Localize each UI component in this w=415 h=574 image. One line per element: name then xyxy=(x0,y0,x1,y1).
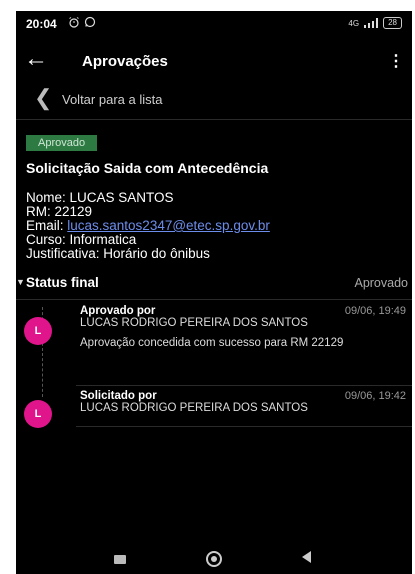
chevron-left-icon: ❮ xyxy=(34,85,53,110)
arrow-left-icon[interactable]: ← xyxy=(24,45,48,73)
rm-label: RM: xyxy=(26,204,55,219)
system-status: 4G 28 xyxy=(348,17,402,29)
course-row: Curso: Informatica xyxy=(26,233,270,247)
divider xyxy=(76,426,412,427)
status-bar: 20:04 4G 28 xyxy=(16,11,412,39)
android-nav-bar xyxy=(16,542,412,574)
avatar: L xyxy=(24,400,52,428)
alarm-icon xyxy=(69,17,79,28)
status-final-title: Status final xyxy=(26,275,99,290)
page-title: Aprovações xyxy=(82,53,168,70)
phone-screen: 20:04 4G 28 ← Aprovações ⋮ ❮ Voltar para… xyxy=(16,11,412,574)
justification-row: Justificativa: Horário do ônibus xyxy=(26,247,270,261)
divider xyxy=(76,385,412,386)
event-message: Aprovação concedida com sucesso para RM … xyxy=(80,337,344,349)
email-link[interactable]: lucas.santos2347@etec.sp.gov.br xyxy=(67,218,270,233)
name-value: LUCAS SANTOS xyxy=(69,190,174,205)
status-final-header[interactable]: ▼ Status final Aprovado xyxy=(16,273,412,300)
network-label: 4G xyxy=(348,18,360,28)
name-label: Nome: xyxy=(26,190,70,205)
name-row: Nome: LUCAS SANTOS xyxy=(26,191,270,205)
signal-icon xyxy=(364,18,379,28)
home-icon[interactable] xyxy=(206,551,222,567)
course-value: Informatica xyxy=(69,232,137,247)
event-date: 09/06, 19:49 xyxy=(344,305,406,317)
recent-apps-icon[interactable] xyxy=(114,555,126,564)
status-badge: Aprovado xyxy=(26,135,98,151)
request-title: Solicitação Saida com Antecedência xyxy=(26,160,269,176)
back-triangle-icon[interactable] xyxy=(302,551,311,563)
event-label: Solicitado por xyxy=(80,390,157,402)
event-date: 09/06, 19:42 xyxy=(344,390,406,402)
caret-down-icon: ▼ xyxy=(16,277,25,287)
event-user: LUCAS RODRIGO PEREIRA DOS SANTOS xyxy=(80,317,308,329)
event-user: LUCAS RODRIGO PEREIRA DOS SANTOS xyxy=(80,402,308,414)
battery-icon: 28 xyxy=(383,17,402,29)
whatsapp-icon xyxy=(84,16,96,28)
back-to-list-label: Voltar para a lista xyxy=(62,92,163,107)
app-bar: ← Aprovações ⋮ xyxy=(16,39,412,81)
status-final-value: Aprovado xyxy=(354,276,408,290)
request-details: Nome: LUCAS SANTOS RM: 22129 Email: luca… xyxy=(26,191,270,261)
rm-row: RM: 22129 xyxy=(26,205,270,219)
status-time: 20:04 xyxy=(26,17,57,31)
kebab-menu-icon[interactable]: ⋮ xyxy=(388,51,404,71)
email-label: Email: xyxy=(26,218,68,233)
justification-label: Justificativa: xyxy=(26,246,104,261)
event-label: Aprovado por xyxy=(80,305,156,317)
justification-value: Horário do ônibus xyxy=(103,246,210,261)
email-row: Email: lucas.santos2347@etec.sp.gov.br xyxy=(26,219,270,233)
notification-icons xyxy=(68,16,96,28)
rm-value: 22129 xyxy=(54,204,93,219)
avatar: L xyxy=(24,317,52,345)
back-to-list-link[interactable]: ❮ Voltar para a lista xyxy=(16,81,412,120)
course-label: Curso: xyxy=(26,232,70,247)
